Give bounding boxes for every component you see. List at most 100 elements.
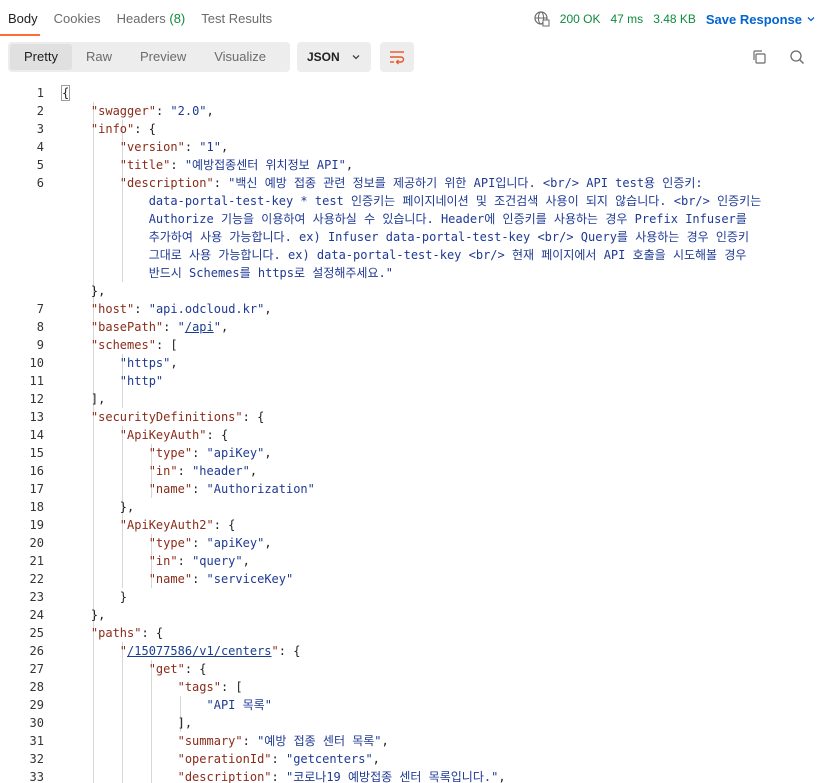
line-number: 8 [36,320,44,334]
json-value: data-portal-test-key * test 인증키는 페이지네이션 … [148,194,762,208]
json-code[interactable]: { "swagger": "2.0", "info": { "version":… [60,84,800,783]
code-line: "ApiKeyAuth": { [119,428,229,442]
view-pretty-button[interactable]: Pretty [10,44,72,70]
response-body-viewer[interactable]: 1 2 3 4 5 6 7 8 9 10 11 12 13 14 15 16 17 18 19 20 21 22 23 24 2… [0,84,818,783]
tab-cookies[interactable]: Cookies [54,11,101,26]
tab-headers-label: Headers [116,11,166,26]
view-raw-button[interactable]: Raw [72,44,126,70]
code-line: "API 목록" [62,696,800,714]
save-response-label: Save Response [705,11,802,27]
json-key: "ApiKeyAuth2" [119,518,214,532]
code-line: }, [62,606,800,624]
response-time[interactable]: 47 ms [611,12,644,26]
line-number: 29 [29,698,44,712]
json-link-value[interactable]: /api [185,320,214,334]
view-preview-button[interactable]: Preview [126,44,200,70]
json-key: "get" [148,662,185,676]
line-number: 14 [29,428,44,442]
response-size[interactable]: 3.48 KB [653,12,696,26]
code-line: data-portal-test-key * test 인증키는 페이지네이션 … [62,192,800,210]
tab-headers[interactable]: Headers (8) [117,11,186,26]
code-line: "name": "serviceKey" [148,572,294,586]
json-key: "version" [119,140,185,154]
status-code[interactable]: 200 OK [560,12,601,26]
search-button[interactable] [786,46,808,68]
active-tab-indicator [0,34,40,36]
code-line: "securityDefinitions": { [90,410,265,424]
json-key: "name" [148,572,193,586]
json-value: "백신 예방 접종 관련 정보를 제공하기 위한 API입니다. <br/> A… [228,176,703,190]
line-number [0,264,44,282]
line-number: 22 [29,572,44,586]
code-line: "paths": { [90,626,164,640]
json-value: "apiKey" [206,536,265,550]
brace: { [60,85,71,101]
code-line: "version": "1", [119,140,229,154]
code-line: "in": "header", [148,464,258,478]
line-number [0,228,44,246]
line-number: 26 [29,644,44,658]
response-header: Body Cookies Headers (8) Test Results 20… [0,0,826,36]
json-value: "api.odcloud.kr" [148,302,265,316]
line-number: 10 [29,356,44,370]
code-line: 반드시 Schemes를 https로 설정해주세요." [62,264,800,282]
json-value: "apiKey" [206,446,265,460]
json-key: "type" [148,536,193,550]
code-line: "info": { [90,122,156,136]
line-number: 13 [29,410,44,424]
globe-network-icon[interactable] [534,11,550,27]
format-select[interactable]: JSON [297,42,371,72]
code-line: }, [62,498,800,516]
json-key: "summary" [177,734,243,748]
tab-body[interactable]: Body [8,11,38,26]
json-key: "description" [177,770,272,783]
line-number: 4 [36,140,44,154]
json-link-key[interactable]: /15077586/v1/centers [127,644,272,658]
bracket: ], [90,392,106,406]
line-number: 12 [29,392,44,406]
scrollbar[interactable] [816,84,822,144]
code-line: "ApiKeyAuth2": { [119,518,236,532]
json-key: "ApiKeyAuth" [119,428,207,442]
line-number: 3 [36,122,44,136]
code-line: "type": "apiKey", [148,446,272,460]
copy-button[interactable] [748,46,770,68]
json-key: "description" [119,176,214,190]
line-number: 7 [36,302,44,316]
json-value: 추가하여 사용 가능합니다. ex) Infuser data-portal-t… [148,230,749,244]
json-value: "https" [119,356,171,370]
line-number: 20 [29,536,44,550]
code-line: }, [62,282,800,300]
json-key: "type" [148,446,193,460]
code-line: { [60,84,800,102]
save-response-button[interactable]: Save Response [706,12,816,27]
json-key: "in" [148,464,178,478]
line-number: 27 [29,662,44,676]
line-number: 23 [29,590,44,604]
response-tabs: Body Cookies Headers (8) Test Results [8,11,272,26]
tab-test-results[interactable]: Test Results [201,11,272,26]
code-line: "host": "api.odcloud.kr", [90,302,272,316]
view-visualize-button[interactable]: Visualize [200,44,280,70]
code-line: "in": "query", [148,554,250,568]
json-key: "schemes" [90,338,156,352]
json-key: "securityDefinitions" [90,410,243,424]
json-value: "예방 접종 센터 목록" [257,734,382,748]
code-line: "get": { [148,662,207,676]
wrap-lines-button[interactable] [380,42,414,72]
copy-icon [751,49,767,65]
json-value: 반드시 Schemes를 https로 설정해주세요." [148,266,393,280]
code-line: "schemes": [ [90,338,178,352]
response-toolbar: Pretty Raw Preview Visualize JSON [8,42,818,76]
brace: }, [119,500,135,514]
json-key: "paths" [90,626,142,640]
code-line: "swagger": "2.0", [90,104,214,118]
chevron-down-icon [806,14,816,24]
code-line: "http" [62,372,800,390]
line-number: 33 [29,770,44,783]
code-line: ], [62,714,800,732]
code-line: "title": "예방접종센터 위치정보 API", [119,158,354,172]
json-value: 그대로 사용 가능합니다. ex) data-portal-test-key <… [148,248,747,262]
json-key: "info" [90,122,135,136]
headers-count: (8) [169,11,186,26]
